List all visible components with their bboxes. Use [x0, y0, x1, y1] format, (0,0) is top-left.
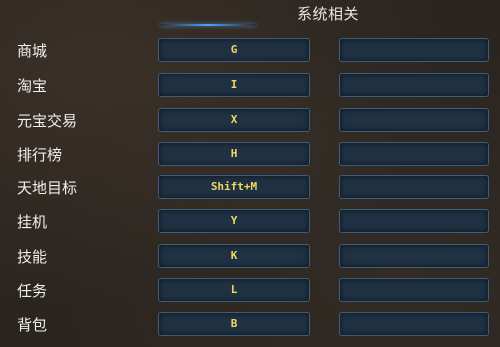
- keybind-row-yuanbao-trade: 元宝交易 X: [0, 108, 500, 132]
- header-tab-underline: [160, 24, 256, 26]
- keybind-row-shop: 商城 G: [0, 38, 500, 62]
- secondary-key-button[interactable]: [339, 175, 489, 199]
- row-label: 技能: [17, 248, 48, 266]
- secondary-key-button[interactable]: [339, 244, 489, 268]
- secondary-key-button[interactable]: [339, 312, 489, 336]
- primary-key-button[interactable]: G: [158, 38, 310, 62]
- primary-key-button[interactable]: X: [158, 108, 310, 132]
- section-title: 系统相关: [297, 5, 360, 23]
- keybind-row-bag: 背包 B: [0, 312, 500, 336]
- keybind-row-ranking: 排行榜 H: [0, 142, 500, 166]
- row-label: 淘宝: [17, 77, 48, 95]
- secondary-key-button[interactable]: [339, 108, 489, 132]
- keybind-row-quests: 任务 L: [0, 278, 500, 302]
- primary-key-button[interactable]: I: [158, 73, 310, 97]
- row-label: 任务: [17, 282, 48, 300]
- secondary-key-button[interactable]: [339, 209, 489, 233]
- row-label: 挂机: [17, 213, 48, 231]
- primary-key-button[interactable]: H: [158, 142, 310, 166]
- keybind-row-skills: 技能 K: [0, 244, 500, 268]
- row-label: 背包: [17, 316, 48, 334]
- keybind-row-tiandi-goal: 天地目标 Shift+M: [0, 175, 500, 199]
- keybind-row-taobao: 淘宝 I: [0, 73, 500, 97]
- primary-key-button[interactable]: Y: [158, 209, 310, 233]
- row-label: 元宝交易: [17, 112, 78, 130]
- primary-key-button[interactable]: L: [158, 278, 310, 302]
- secondary-key-button[interactable]: [339, 38, 489, 62]
- primary-key-button[interactable]: K: [158, 244, 310, 268]
- primary-key-button[interactable]: Shift+M: [158, 175, 310, 199]
- secondary-key-button[interactable]: [339, 278, 489, 302]
- secondary-key-button[interactable]: [339, 142, 489, 166]
- row-label: 天地目标: [17, 179, 78, 197]
- secondary-key-button[interactable]: [339, 73, 489, 97]
- row-label: 商城: [17, 42, 48, 60]
- row-label: 排行榜: [17, 146, 63, 164]
- primary-key-button[interactable]: B: [158, 312, 310, 336]
- keybind-row-auto-battle: 挂机 Y: [0, 209, 500, 233]
